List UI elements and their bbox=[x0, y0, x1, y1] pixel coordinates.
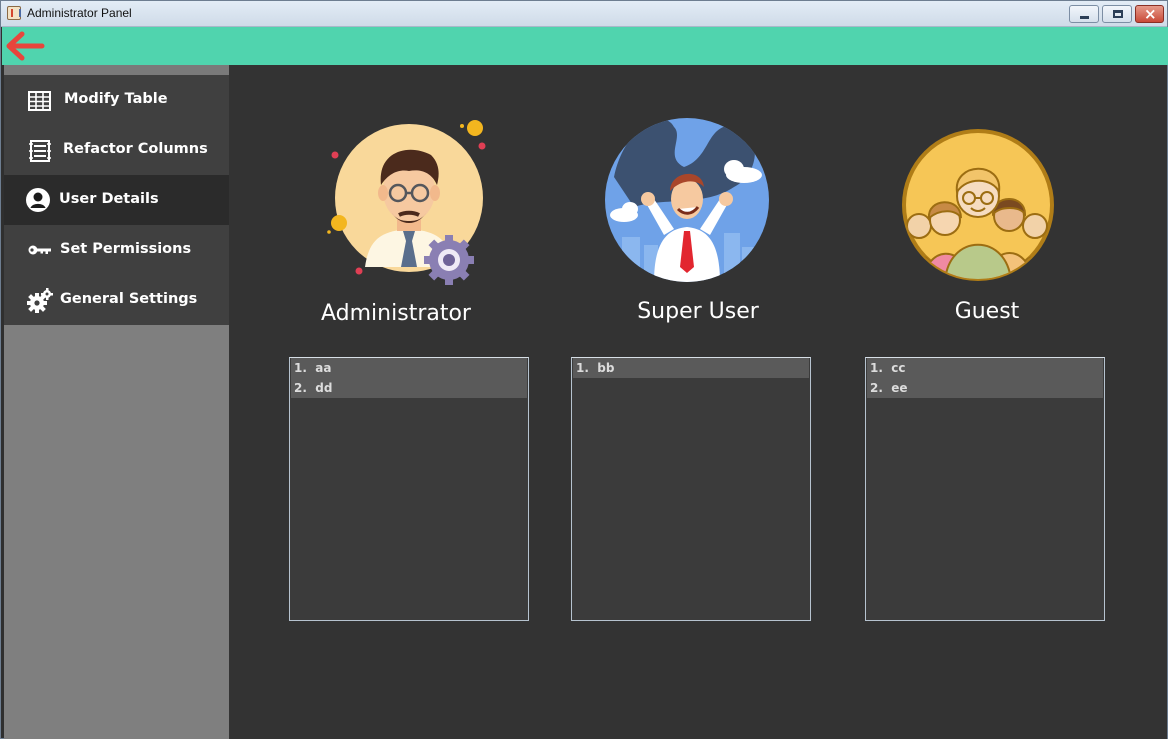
sidebar-nav: Modify Table Refactor Columns User Detai… bbox=[4, 75, 229, 325]
list-item[interactable]: 2. dd bbox=[291, 378, 527, 398]
top-bar bbox=[2, 27, 1168, 65]
sidebar-item-label: User Details bbox=[59, 191, 159, 207]
sidebar-item-label: Modify Table bbox=[64, 91, 168, 107]
user-icon bbox=[26, 188, 50, 212]
window-title: Administrator Panel bbox=[27, 6, 132, 20]
role-title-super-user: Super User bbox=[637, 299, 759, 324]
title-bar[interactable]: Administrator Panel × bbox=[1, 1, 1167, 27]
maximize-icon bbox=[1113, 10, 1123, 18]
columns-list-icon bbox=[29, 140, 51, 162]
super-user-list[interactable]: 1. bb bbox=[571, 357, 811, 621]
guest-user-list[interactable]: 1. cc 2. ee bbox=[865, 357, 1105, 621]
java-app-icon bbox=[7, 6, 21, 20]
sidebar-item-user-details[interactable]: User Details bbox=[4, 175, 229, 225]
close-icon: × bbox=[1144, 5, 1157, 23]
sidebar-item-set-permissions[interactable]: Set Permissions bbox=[4, 225, 229, 275]
maximize-button[interactable] bbox=[1102, 5, 1132, 23]
list-item[interactable]: 2. ee bbox=[867, 378, 1103, 398]
role-title-administrator: Administrator bbox=[321, 301, 471, 326]
sidebar-item-refactor-columns[interactable]: Refactor Columns bbox=[4, 125, 229, 175]
sidebar-item-modify-table[interactable]: Modify Table bbox=[4, 75, 229, 125]
arrow-left-icon bbox=[6, 31, 45, 61]
super-user-avatar-icon bbox=[605, 118, 769, 282]
minimize-icon bbox=[1080, 16, 1089, 19]
list-item[interactable]: 1. cc bbox=[867, 358, 1103, 378]
sidebar-item-general-settings[interactable]: General Settings bbox=[4, 275, 229, 325]
role-title-guest: Guest bbox=[954, 299, 1020, 324]
administrator-user-list[interactable]: 1. aa 2. dd bbox=[289, 357, 529, 621]
user-details-panel: Administrator Super User Guest 1. aa 2. … bbox=[229, 65, 1167, 739]
sidebar: Modify Table Refactor Columns User Detai… bbox=[4, 65, 229, 739]
back-button[interactable] bbox=[6, 31, 46, 61]
minimize-button[interactable] bbox=[1069, 5, 1099, 23]
key-icon bbox=[28, 245, 51, 255]
sidebar-header-strip bbox=[4, 65, 229, 75]
guest-group-avatar-icon bbox=[902, 129, 1054, 281]
list-item[interactable]: 1. bb bbox=[573, 358, 809, 378]
administrator-avatar-icon bbox=[327, 120, 486, 285]
gears-icon bbox=[27, 288, 53, 313]
close-button[interactable]: × bbox=[1135, 5, 1164, 23]
list-item[interactable]: 1. aa bbox=[291, 358, 527, 378]
sidebar-item-label: Set Permissions bbox=[60, 241, 192, 257]
sidebar-item-label: General Settings bbox=[60, 291, 198, 307]
table-grid-icon bbox=[28, 91, 51, 111]
application-window: Administrator Panel × Modify Table Refac… bbox=[0, 0, 1168, 739]
sidebar-item-label: Refactor Columns bbox=[63, 141, 208, 157]
